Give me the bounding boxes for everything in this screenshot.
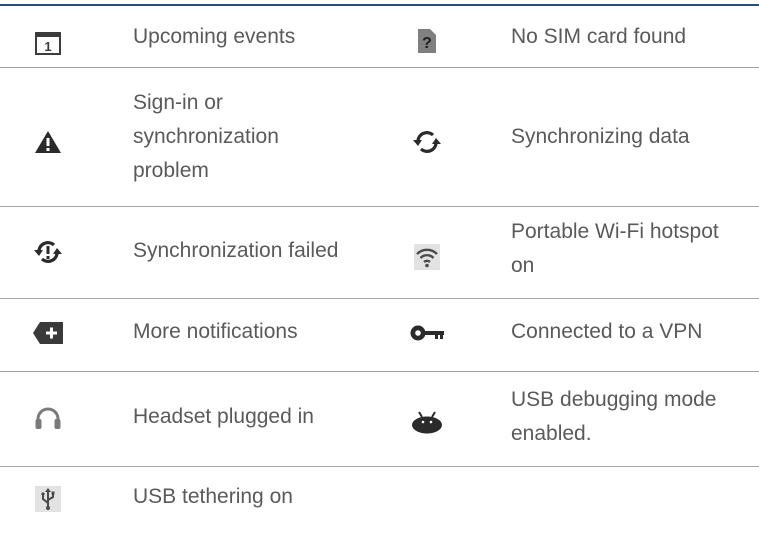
- list-item-label: No SIM card found: [511, 25, 687, 48]
- table-row: USB tethering on: [0, 466, 759, 534]
- table-row: 1 Upcoming events ? No SIM card found: [0, 6, 759, 68]
- list-item-label: Sign-in or synchronization problem: [133, 86, 373, 188]
- no-sim-icon: ?: [407, 23, 447, 59]
- list-item-label: Upcoming events: [133, 25, 296, 48]
- table-row: More notifications Connected to a VPN: [0, 298, 759, 372]
- usb-icon: [28, 481, 68, 517]
- list-item-label: Synchronization failed: [133, 239, 339, 262]
- label-line: synchronization: [133, 125, 279, 148]
- sync-failed-icon: [28, 234, 68, 270]
- label-line: Sign-in or: [133, 91, 223, 114]
- headset-icon: [28, 400, 68, 436]
- label-line: enabled.: [511, 422, 592, 445]
- warning-icon: [28, 124, 68, 160]
- label-line: on: [511, 254, 535, 277]
- table-row: Synchronization failed Portable Wi-Fi ho…: [0, 206, 759, 299]
- usb-debugging-icon: [407, 405, 447, 441]
- list-item-label: Connected to a VPN: [511, 320, 703, 343]
- table-row: Headset plugged in USB debugging mode en…: [0, 371, 759, 467]
- table-row: Sign-in or synchronization problem Synch…: [0, 67, 759, 207]
- more-notifications-icon: [28, 315, 68, 351]
- list-item-label: Headset plugged in: [133, 405, 314, 428]
- list-item-label: USB tethering on: [133, 485, 293, 508]
- label-line: problem: [133, 159, 209, 182]
- label-line: Portable Wi-Fi hotspot: [511, 220, 719, 243]
- calendar-icon: 1: [28, 25, 68, 61]
- label-line: USB debugging mode: [511, 388, 717, 411]
- list-item-label: Synchronizing data: [511, 125, 690, 148]
- list-item-label: Portable Wi-Fi hotspot on: [511, 215, 751, 283]
- no-sim-icon-mark: ?: [422, 35, 432, 52]
- list-item-label: More notifications: [133, 320, 298, 343]
- list-item-label: USB debugging mode enabled.: [511, 383, 751, 451]
- sync-icon: [407, 124, 447, 160]
- calendar-icon-day: 1: [44, 39, 51, 54]
- wifi-hotspot-icon: [407, 239, 447, 275]
- vpn-key-icon: [407, 315, 447, 351]
